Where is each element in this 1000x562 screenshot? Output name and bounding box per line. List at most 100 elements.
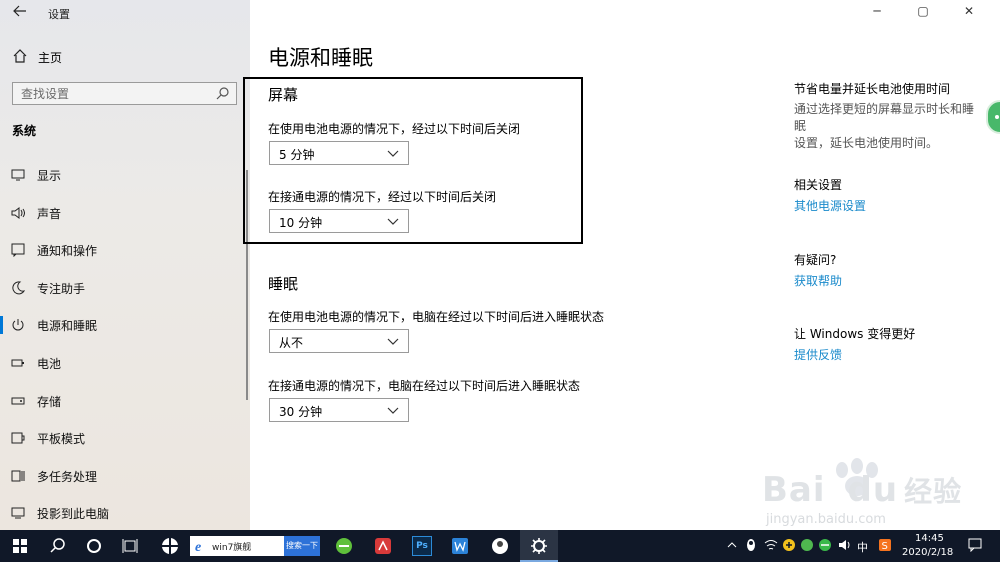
sidebar-item-label: 电源和睡眠 — [37, 319, 98, 334]
title-bar: 设置 — [0, 0, 250, 28]
browser-search-widget[interactable]: e win7旗舰 搜索一下 — [190, 536, 320, 556]
chevron-down-icon — [387, 218, 399, 225]
browser-search-text[interactable]: win7旗舰 — [212, 540, 251, 553]
gear-icon — [531, 538, 547, 554]
minimize-button[interactable]: ─ — [862, 4, 892, 24]
notification-icon — [11, 243, 25, 258]
wps-icon[interactable] — [373, 536, 393, 556]
browser-search-button[interactable]: 搜索一下 — [284, 536, 320, 556]
chevron-down-icon — [387, 150, 399, 157]
sidebar-item-project[interactable]: 投影到此电脑 — [0, 494, 250, 532]
back-arrow-icon — [13, 5, 26, 17]
close-icon: ✕ — [963, 4, 975, 18]
watermark-cn: 经验 — [904, 475, 963, 508]
maximize-icon: ▢ — [917, 4, 929, 18]
feedback-title: 让 Windows 变得更好 — [794, 327, 916, 341]
screen-battery-dropdown[interactable]: 5 分钟 — [269, 141, 409, 165]
watermark-brand-suffix: du — [847, 470, 899, 510]
sidebar-item-label: 通知和操作 — [37, 244, 98, 259]
screen-plugged-dropdown[interactable]: 10 分钟 — [269, 209, 409, 233]
screen-plugged-label: 在接通电源的情况下，经过以下时间后关闭 — [268, 190, 497, 204]
sidebar-item-focus-assist[interactable]: 专注助手 — [0, 269, 250, 307]
dropdown-value: 从不 — [279, 336, 304, 350]
app-avatar-icon[interactable] — [490, 536, 510, 556]
pinwheel-app-icon[interactable] — [160, 536, 180, 556]
maximize-button[interactable]: ▢ — [908, 4, 938, 24]
home-icon — [13, 49, 27, 63]
cortana-icon[interactable] — [84, 536, 104, 556]
browser-tray-icon[interactable] — [818, 538, 832, 552]
window-controls: ─ ▢ ✕ — [862, 0, 1000, 28]
360-browser-icon[interactable] — [334, 536, 354, 556]
photoshop-icon[interactable]: Ps — [412, 536, 432, 556]
watermark-brand: Bai — [762, 470, 826, 510]
sidebar-item-label: 多任务处理 — [37, 469, 98, 484]
sidebar-item-label: 平板模式 — [37, 432, 86, 447]
monitor-icon — [11, 169, 25, 181]
ime-indicator[interactable]: 中 — [857, 539, 868, 555]
sidebar-item-tablet-mode[interactable]: 平板模式 — [0, 419, 250, 457]
assistant-icon — [995, 115, 999, 119]
windows-start-icon[interactable] — [10, 536, 30, 556]
sogou-ime-icon[interactable]: S — [878, 538, 892, 552]
sidebar-item-label: 电池 — [37, 356, 62, 371]
ie-icon: e — [195, 540, 201, 554]
give-feedback-link[interactable]: 提供反馈 — [794, 346, 842, 363]
sidebar-item-label: 投影到此电脑 — [37, 507, 110, 522]
svg-text:e: e — [195, 540, 201, 554]
tip-text: 通过选择更短的屏幕显示时长和睡眠 设置，延长电池使用时间。 — [794, 101, 984, 152]
multitask-icon — [11, 470, 25, 482]
clock-time[interactable]: 14:45 — [915, 533, 944, 544]
search-input[interactable] — [13, 83, 203, 105]
project-icon — [11, 507, 25, 519]
chevron-down-icon — [387, 407, 399, 414]
word-icon[interactable] — [450, 536, 470, 556]
tip-title: 节省电量并延长电池使用时间 — [794, 82, 951, 96]
dropdown-value: 30 分钟 — [279, 405, 323, 419]
360-tray-icon[interactable] — [782, 538, 796, 552]
sidebar-item-storage[interactable]: 存储 — [0, 382, 250, 420]
search-icon[interactable] — [48, 536, 68, 556]
storage-icon — [11, 397, 25, 405]
volume-icon[interactable] — [838, 538, 852, 552]
sidebar-item-home[interactable]: 主页 — [0, 46, 250, 68]
sidebar-item-label: 专注助手 — [37, 281, 86, 296]
svg-text:S: S — [882, 541, 888, 552]
task-view-icon[interactable] — [120, 536, 140, 556]
page-title: 电源和睡眠 — [268, 46, 373, 70]
sidebar-item-notifications[interactable]: 通知和操作 — [0, 231, 250, 269]
sleep-battery-label: 在使用电池电源的情况下，电脑在经过以下时间后进入睡眠状态 — [268, 310, 605, 324]
baidu-watermark: Bai du 经验 jingyan.baidu.com — [762, 456, 972, 536]
qq-icon[interactable] — [744, 538, 758, 552]
chevron-up-icon[interactable] — [727, 540, 737, 550]
screen-section-title: 屏幕 — [268, 86, 299, 104]
sleep-plugged-dropdown[interactable]: 30 分钟 — [269, 398, 409, 422]
get-help-link[interactable]: 获取帮助 — [794, 272, 842, 289]
section-label: 系统 — [12, 124, 37, 138]
sidebar-item-sound[interactable]: 声音 — [0, 194, 250, 232]
speaker-icon — [11, 206, 25, 219]
close-button[interactable]: ✕ — [954, 4, 984, 24]
sleep-battery-dropdown[interactable]: 从不 — [269, 329, 409, 353]
sidebar-item-battery[interactable]: 电池 — [0, 344, 250, 382]
sidebar-item-label: 显示 — [37, 169, 62, 183]
sidebar-item-power-sleep[interactable]: 电源和睡眠 — [0, 306, 250, 344]
wifi-icon[interactable] — [764, 538, 778, 552]
sidebar-item-label: 存储 — [37, 394, 62, 409]
sidebar-item-display[interactable]: 显示 — [0, 156, 250, 194]
security-tray-icon[interactable] — [800, 538, 814, 552]
settings-taskbar-button[interactable] — [520, 530, 558, 562]
other-power-settings-link[interactable]: 其他电源设置 — [794, 197, 866, 214]
sidebar-item-multitasking[interactable]: 多任务处理 — [0, 457, 250, 495]
search-box[interactable] — [12, 82, 237, 105]
battery-icon — [11, 359, 24, 367]
sidebar-item-label: 主页 — [38, 51, 63, 65]
app-title: 设置 — [48, 8, 70, 21]
action-center-icon[interactable] — [968, 538, 982, 552]
back-button[interactable] — [10, 4, 30, 22]
clock-date[interactable]: 2020/2/18 — [902, 547, 953, 558]
question-title: 有疑问? — [794, 253, 837, 267]
search-icon[interactable] — [216, 86, 230, 100]
sidebar-item-label: 声音 — [37, 206, 62, 221]
floating-assistant-button[interactable] — [986, 100, 1000, 134]
